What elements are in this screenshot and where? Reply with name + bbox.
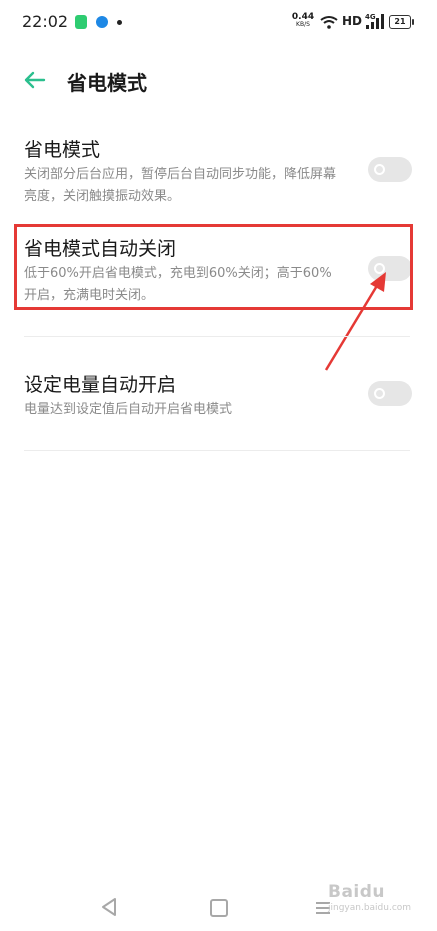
notification-app-icon xyxy=(75,15,87,29)
screen: 22:02 0.44 KB/S HD 4G 21 省电模式 省电模式 关闭部分后… xyxy=(0,0,437,931)
divider xyxy=(24,450,410,451)
notification-app-icon xyxy=(96,16,108,28)
nav-home-icon[interactable] xyxy=(210,899,228,917)
toggle-knob xyxy=(374,388,385,399)
battery-icon: 21 xyxy=(389,15,414,29)
power-saving-toggle[interactable] xyxy=(368,157,412,182)
watermark-url: jingyan.baidu.com xyxy=(328,903,412,913)
signal-icon: 4G xyxy=(365,12,385,34)
status-bar: 22:02 0.44 KB/S HD 4G 21 xyxy=(0,0,437,44)
auto-enable-toggle[interactable] xyxy=(368,381,412,406)
signal-label: 4G xyxy=(365,13,376,21)
more-notifications-icon xyxy=(117,20,122,25)
setting-auto-enable: 设定电量自动开启 电量达到设定值后自动开启省电模式 xyxy=(24,370,412,430)
back-arrow-icon[interactable] xyxy=(22,67,48,93)
setting-description: 关闭部分后台应用，暂停后台自动同步功能，降低屏幕亮度，关闭触摸振动效果。 xyxy=(24,167,337,204)
divider xyxy=(24,336,410,337)
setting-title: 省电模式 xyxy=(24,139,101,161)
watermark-brand: Baidu xyxy=(328,882,386,902)
wifi-icon xyxy=(320,14,338,33)
baidu-watermark: Baidu jingyan.baidu.com xyxy=(328,882,418,913)
setting-description: 电量达到设定值后自动开启省电模式 xyxy=(24,402,233,417)
setting-title: 设定电量自动开启 xyxy=(24,374,177,396)
setting-power-saving-mode: 省电模式 关闭部分后台应用，暂停后台自动同步功能，降低屏幕亮度，关闭触摸振动效果… xyxy=(24,135,412,205)
annotation-arrow-icon xyxy=(318,270,390,379)
nav-back-icon[interactable] xyxy=(100,897,118,921)
hd-label: HD xyxy=(342,14,363,28)
status-time: 22:02 xyxy=(22,12,69,31)
network-speed: 0.44 KB/S xyxy=(291,12,315,28)
page-title: 省电模式 xyxy=(67,71,147,95)
toggle-knob xyxy=(374,164,385,175)
